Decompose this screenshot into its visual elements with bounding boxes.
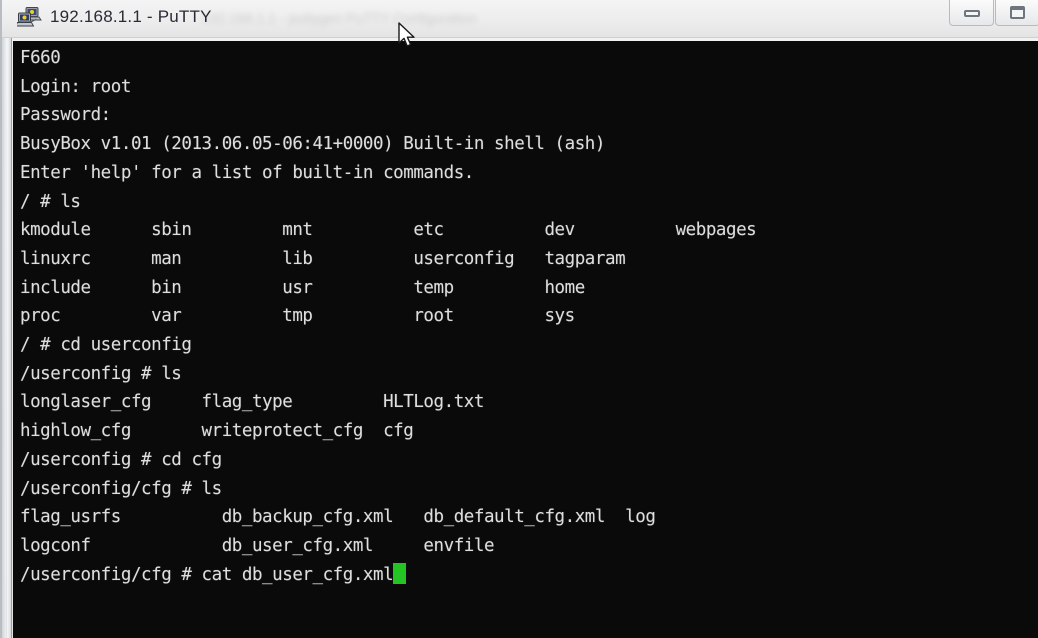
putty-icon [14, 6, 43, 30]
terminal-line: /userconfig # cd cfg [20, 449, 222, 470]
terminal-line: flag_usrfs db_backup_cfg.xml db_default_… [20, 507, 656, 528]
terminal-line: Password: [20, 105, 111, 126]
terminal-line: logconf db_user_cfg.xml envfile [20, 535, 495, 556]
minimize-icon [963, 10, 980, 17]
terminal-line: proc var tmp root sys [20, 306, 575, 327]
title-ghost-artifact: 192.168.1.1 - puttygen PuTTY Configurati… [202, 10, 477, 26]
maximize-button[interactable] [995, 0, 1038, 26]
window-controls [949, 0, 1038, 30]
window-frame-inner-edge [7, 38, 12, 638]
terminal-line: Login: root [20, 76, 131, 97]
minimize-button[interactable] [949, 0, 994, 26]
terminal-cursor [393, 562, 407, 584]
terminal-output: F660 Login: root Password: BusyBox v1.01 (2… [20, 44, 757, 590]
terminal-line: BusyBox v1.01 (2013.06.05-06:41+0000) Bu… [20, 134, 605, 155]
terminal-line: F660 [20, 48, 61, 68]
terminal-line: include bin usr temp home [20, 277, 585, 298]
terminal-screen[interactable]: F660 Login: root Password: BusyBox v1.01 (2… [13, 41, 1038, 638]
window-frame-edge [2, 0, 6, 638]
putty-window: 192.168.1.1 - puttygen PuTTY Configurati… [0, 0, 1038, 638]
terminal-line: / # cd userconfig [20, 335, 192, 356]
title-bar[interactable]: 192.168.1.1 - puttygen PuTTY Configurati… [2, 0, 1038, 38]
terminal-line: longlaser_cfg flag_type HLTLog.txt [20, 392, 484, 413]
terminal-line: kmodule sbin mnt etc dev webpages [20, 220, 757, 241]
terminal-line: /userconfig # ls [20, 363, 182, 384]
window-title: 192.168.1.1 - PuTTY [50, 7, 212, 26]
terminal-line: highlow_cfg writeprotect_cfg cfg [20, 421, 414, 442]
terminal-line: /userconfig/cfg # cat db_user_cfg.xml [20, 561, 756, 590]
terminal-line: Enter 'help' for a list of built-in comm… [20, 162, 474, 183]
terminal-line: / # ls [20, 191, 81, 212]
terminal-line: linuxrc man lib userconfig tagparam [20, 248, 626, 269]
terminal-line: /userconfig/cfg # ls [20, 478, 222, 499]
maximize-icon [1010, 6, 1025, 19]
